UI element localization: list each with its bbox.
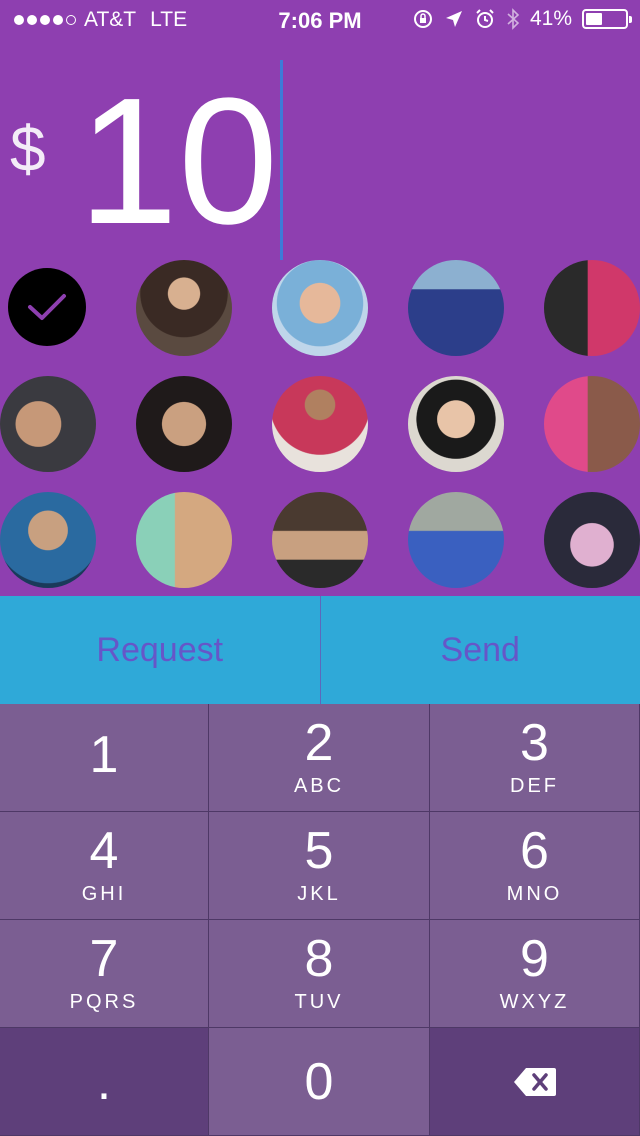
key-number: . <box>96 1052 112 1111</box>
amount-value[interactable]: 10 <box>78 72 278 252</box>
location-arrow-icon <box>445 11 462 27</box>
key-letters: MNO <box>506 883 563 905</box>
action-divider <box>319 596 321 704</box>
number-keypad: 1 2 ABC 3 DEF 4 GHI 5 JKL 6 MNO 7 PQRS 8 TUV 9 W… <box>0 704 640 1136</box>
key-number: 3 <box>520 714 549 772</box>
send-button[interactable]: Send <box>321 596 640 704</box>
key-letters: GHI <box>81 883 127 905</box>
key-8[interactable]: 8 TUV <box>209 920 430 1028</box>
alarm-icon <box>476 9 494 28</box>
key-number: 2 <box>304 714 334 772</box>
contact-avatar[interactable] <box>272 260 368 356</box>
contact-avatar[interactable] <box>544 492 640 588</box>
key-decimal[interactable]: . <box>0 1028 209 1136</box>
key-number: 7 <box>89 930 119 988</box>
key-number: 8 <box>304 930 334 988</box>
contact-avatar[interactable] <box>0 376 96 472</box>
contact-avatar[interactable] <box>136 260 232 356</box>
key-number: 0 <box>304 1052 334 1111</box>
battery-percent: 41% <box>529 7 572 30</box>
key-number: 4 <box>89 822 119 880</box>
key-number: 5 <box>304 822 334 880</box>
key-2[interactable]: 2 ABC <box>209 704 430 812</box>
contacts-grid <box>0 258 640 594</box>
key-4[interactable]: 4 GHI <box>0 812 209 920</box>
battery-icon <box>582 9 632 29</box>
rotation-lock-icon <box>413 10 432 28</box>
contact-avatar[interactable] <box>136 492 232 588</box>
contact-avatar[interactable] <box>544 376 640 472</box>
key-7[interactable]: 7 PQRS <box>0 920 209 1028</box>
contact-avatar[interactable] <box>408 260 504 356</box>
contact-avatar[interactable] <box>0 492 96 588</box>
key-9[interactable]: 9 WXYZ <box>430 920 640 1028</box>
key-6[interactable]: 6 MNO <box>430 812 640 920</box>
bluetooth-icon <box>507 8 520 30</box>
status-right: 41% <box>412 7 632 31</box>
contact-avatar[interactable] <box>544 260 640 356</box>
key-letters: WXYZ <box>499 991 570 1013</box>
action-bar: Request Send <box>0 596 640 704</box>
key-letters: JKL <box>297 883 341 905</box>
checkmark-icon <box>28 294 66 320</box>
request-button[interactable]: Request <box>0 596 320 704</box>
contact-avatar[interactable] <box>272 492 368 588</box>
key-letters: DEF <box>510 775 559 797</box>
contact-avatar[interactable] <box>408 492 504 588</box>
backspace-icon <box>513 1067 556 1096</box>
key-letters: PQRS <box>69 991 139 1013</box>
currency-symbol: $ <box>10 113 46 185</box>
key-number: 9 <box>520 930 549 988</box>
status-bar: AT&T LTE 7:06 PM 41% <box>0 0 640 40</box>
key-1[interactable]: 1 <box>0 704 209 812</box>
key-0[interactable]: 0 <box>209 1028 430 1136</box>
key-number: 6 <box>520 822 549 880</box>
contact-avatar[interactable] <box>136 376 232 472</box>
key-letters: ABC <box>293 775 345 797</box>
contact-avatar[interactable] <box>272 376 368 472</box>
text-cursor <box>280 60 283 260</box>
key-5[interactable]: 5 JKL <box>209 812 430 920</box>
key-number: 1 <box>89 725 119 784</box>
contact-avatar[interactable] <box>408 376 504 472</box>
selected-contact-checkmark[interactable] <box>8 268 86 346</box>
key-backspace[interactable] <box>430 1028 640 1136</box>
key-letters: TUV <box>294 991 344 1013</box>
key-3[interactable]: 3 DEF <box>430 704 640 812</box>
